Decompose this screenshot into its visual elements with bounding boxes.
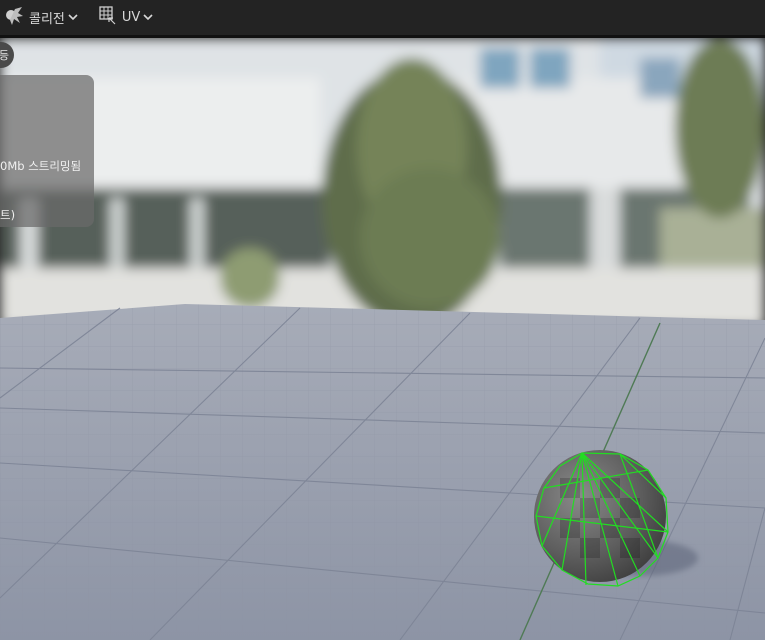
view-mode-badge-label: 등 xyxy=(0,49,9,62)
collision-dropdown-button[interactable]: 콜리전 xyxy=(4,0,78,35)
chevron-down-icon xyxy=(68,10,78,25)
uv-dropdown-button[interactable]: UV xyxy=(99,0,153,35)
streaming-stat-text: 0Mb 스트리밍됨 xyxy=(0,159,82,173)
environment-background xyxy=(0,38,765,328)
uv-label: UV xyxy=(121,10,141,25)
stat-text-fragment: 트) xyxy=(0,208,16,222)
viewport-scene xyxy=(0,38,765,640)
chevron-down-icon xyxy=(143,10,153,25)
viewport-toolbar: 콜리전 UV xyxy=(0,0,765,38)
uv-grid-icon xyxy=(99,5,117,30)
collision-icon xyxy=(4,6,24,30)
collision-label: 콜리전 xyxy=(29,12,65,27)
stats-overlay-panel: 0Mb 스트리밍됨 트) xyxy=(0,75,94,227)
3d-viewport[interactable]: 등 0Mb 스트리밍됨 트) xyxy=(0,38,765,640)
grid-floor xyxy=(0,304,765,640)
